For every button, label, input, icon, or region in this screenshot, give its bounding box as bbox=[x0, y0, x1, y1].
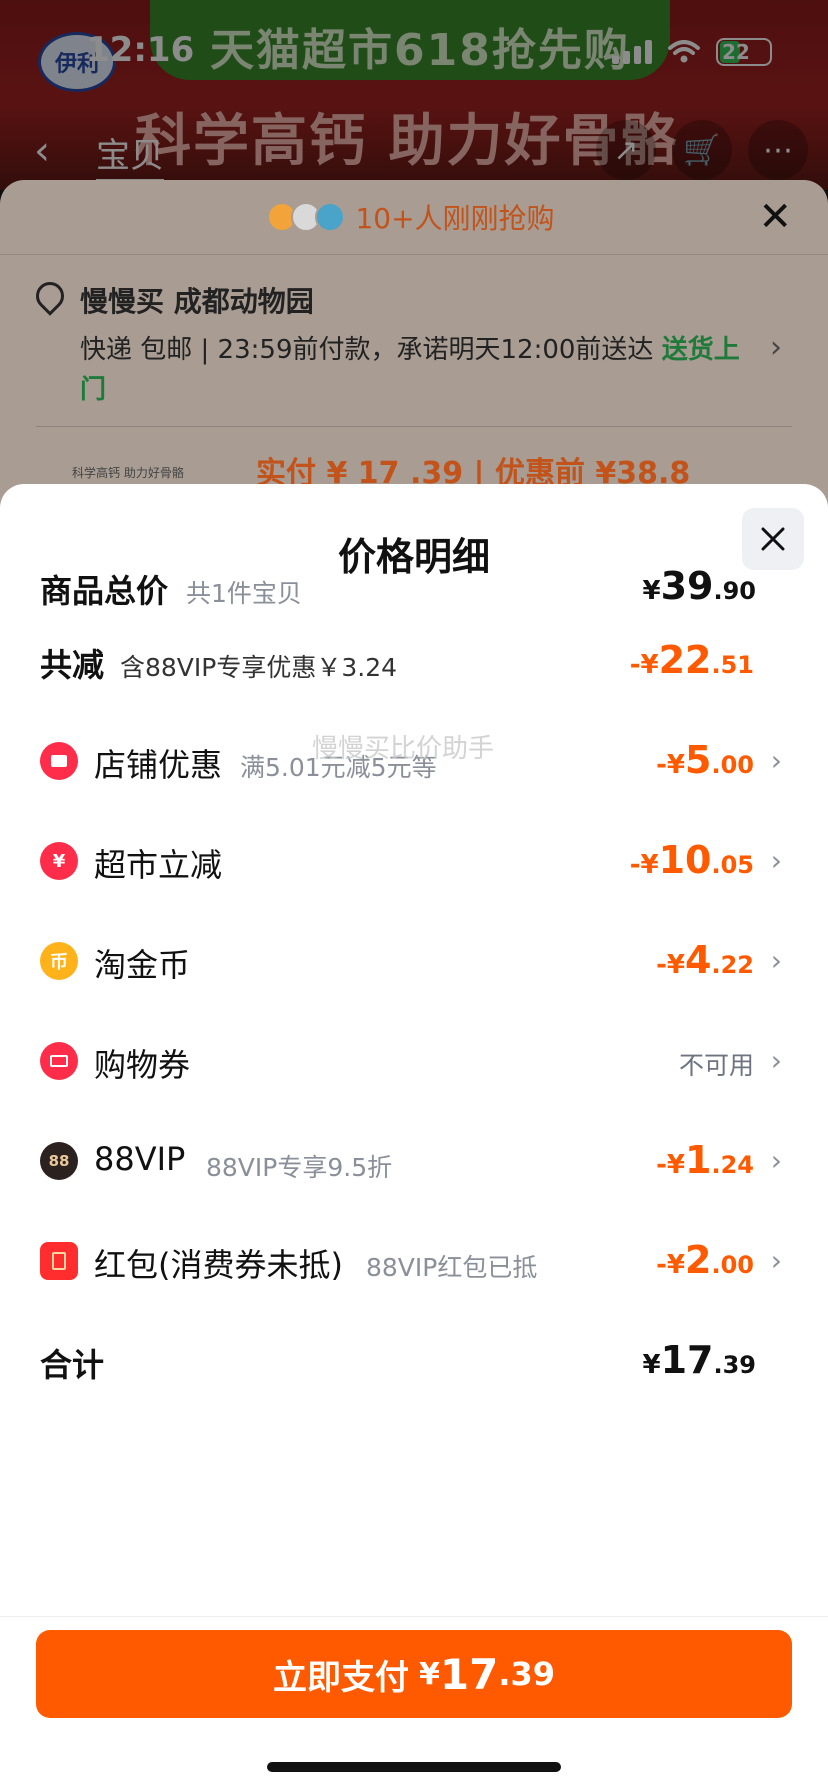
order-sheet-header: 10+人刚刚抢购 bbox=[0, 180, 828, 254]
shipping-text: 快递 包邮 | 23:59前付款，承诺明天12:00前送达 bbox=[80, 335, 662, 365]
home-indicator bbox=[267, 1762, 561, 1772]
row-shopping-voucher[interactable]: 购物券 不可用 › bbox=[0, 1030, 828, 1090]
row-total-discount: 共减 含88VIP专享优惠￥3.24 -¥22.51 bbox=[0, 630, 828, 690]
pay-currency: ¥ bbox=[418, 1656, 440, 1692]
row-88vip[interactable]: 88 88VIP 88VIP专享9.5折 -¥1.24 › bbox=[0, 1130, 828, 1190]
close-icon bbox=[761, 527, 785, 551]
row-label: 超市立减 bbox=[94, 846, 223, 884]
red-packet-icon bbox=[40, 1242, 78, 1280]
chevron-right-icon: › bbox=[770, 1244, 782, 1277]
row-value: ¥39.90 bbox=[642, 564, 757, 608]
pay-amount-dec: .39 bbox=[498, 1655, 555, 1693]
pay-button-label: 立即支付 bbox=[272, 1657, 409, 1698]
ticket-icon bbox=[40, 1042, 78, 1080]
chevron-right-icon: › bbox=[770, 1144, 782, 1177]
row-sub: 88VIP专享9.5折 bbox=[206, 1153, 393, 1182]
location-pin-icon bbox=[30, 276, 70, 316]
price-detail-sheet: 价格明细 商品总价 共1件宝贝 ¥39.90 共减 含88VIP专享优惠￥3.2… bbox=[0, 484, 828, 1792]
row-label: 共减 bbox=[40, 646, 105, 684]
buyer-avatars bbox=[267, 202, 346, 232]
chevron-right-icon[interactable]: › bbox=[770, 330, 782, 365]
order-sheet: 10+人刚刚抢购 ✕ 慢慢买 成都动物园 快递 包邮 | 23:59前付款，承诺… bbox=[0, 180, 828, 520]
yen-discount-icon: ¥ bbox=[40, 842, 78, 880]
chevron-right-icon: › bbox=[770, 844, 782, 877]
shipping-info[interactable]: 快递 包邮 | 23:59前付款，承诺明天12:00前送达 送货上门 bbox=[80, 330, 740, 410]
recent-buyers-text: 10+人刚刚抢购 bbox=[355, 202, 555, 235]
pay-amount-int: 17 bbox=[439, 1649, 499, 1699]
row-red-packet[interactable]: 红包(消费券未抵) 88VIP红包已抵 -¥2.00 › bbox=[0, 1230, 828, 1290]
chevron-right-icon: › bbox=[770, 944, 782, 977]
row-label: 淘金币 bbox=[94, 946, 191, 984]
divider bbox=[0, 1616, 828, 1617]
88vip-icon: 88 bbox=[40, 1142, 78, 1180]
row-label: 店铺优惠 bbox=[94, 746, 223, 784]
row-supermarket-discount[interactable]: ¥ 超市立减 -¥10.05 › bbox=[0, 830, 828, 890]
row-sub: 88VIP红包已抵 bbox=[366, 1253, 538, 1282]
row-value: -¥1.24 bbox=[656, 1138, 754, 1182]
delivery-address[interactable]: 慢慢买 成都动物园 bbox=[80, 280, 314, 320]
pay-now-button[interactable]: 立即支付 ¥ 17 .39 bbox=[36, 1630, 792, 1718]
row-value: -¥22.51 bbox=[629, 638, 754, 682]
row-grand-total: 合计 ¥17.39 bbox=[0, 1330, 828, 1390]
row-label: 合计 bbox=[40, 1346, 105, 1384]
shop-coupon-icon bbox=[40, 742, 78, 780]
row-label: 商品总价 bbox=[40, 572, 169, 610]
divider bbox=[36, 426, 792, 427]
row-taojinbi[interactable]: 币 淘金币 -¥4.22 › bbox=[0, 930, 828, 990]
chevron-right-icon: › bbox=[770, 744, 782, 777]
row-value: ¥17.39 bbox=[642, 1338, 757, 1382]
row-value: -¥5.00 bbox=[656, 738, 754, 782]
row-value: -¥2.00 bbox=[656, 1238, 754, 1282]
order-close-icon[interactable]: ✕ bbox=[758, 194, 792, 240]
row-value: 不可用 bbox=[678, 1051, 754, 1080]
row-sub: 含88VIP专享优惠￥3.24 bbox=[120, 653, 398, 682]
row-label: 购物券 bbox=[94, 1046, 191, 1084]
row-value: -¥10.05 bbox=[629, 838, 754, 882]
row-subtotal: 商品总价 共1件宝贝 ¥39.90 bbox=[0, 556, 828, 616]
row-sub: 共1件宝贝 bbox=[186, 579, 302, 608]
row-value: -¥4.22 bbox=[656, 938, 754, 982]
divider bbox=[0, 254, 828, 255]
product-thumbnail-caption: 科学高钙 助力好骨骼 bbox=[72, 466, 184, 480]
row-label: 88VIP bbox=[94, 1140, 186, 1178]
watermark-text: 慢慢买比价助手 bbox=[312, 734, 495, 764]
gold-coin-icon: 币 bbox=[40, 942, 78, 980]
chevron-right-icon: › bbox=[770, 1044, 782, 1077]
row-label: 红包(消费券未抵) bbox=[94, 1246, 343, 1284]
